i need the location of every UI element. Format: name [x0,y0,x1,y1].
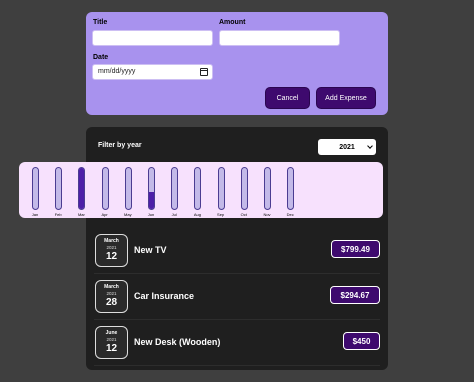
cancel-button[interactable]: Cancel [265,87,310,109]
year-select[interactable]: 2021 [318,139,376,155]
expense-title: New Desk (Wooden) [134,337,221,347]
chart-bar-fill [79,168,85,209]
chart-bar-oct: Oct [235,167,253,217]
chart-bar-track [78,167,86,210]
chart-bar-label: Feb [54,212,62,217]
expense-date-month: March [104,284,119,290]
chart-bar-jul: Jul [165,167,183,217]
chart-bar-track [194,167,202,210]
chart-bar-dec: Dec [281,167,299,217]
expense-date-year: 2021 [106,291,117,296]
chart-bar-fill [149,192,154,209]
chart-bar-feb: Feb [49,167,67,217]
chart-bar-label: Jul [171,212,177,217]
expense-date-day: 12 [105,251,118,262]
chart-bar-track [148,167,155,210]
expense-date-year: 2021 [106,245,117,250]
expense-date: March 2021 28 [95,280,128,313]
expense-date: March 2021 12 [95,234,128,267]
amount-label: Amount [219,19,246,26]
expense-item: June 2021 12 New Desk (Wooden) $450 [94,322,380,366]
chart-bar-may: May [119,167,137,217]
chart-bar-label: Aug [193,212,201,217]
amount-input[interactable] [219,30,340,46]
filter-label: Filter by year [98,142,142,149]
chart-bar-track [171,167,179,210]
expense-date-year: 2021 [106,337,117,342]
title-input[interactable] [92,30,213,46]
expense-amount-badge: $294.67 [330,286,380,304]
chart-bar-track [240,167,248,210]
chart-bar-track [55,167,63,210]
expense-date-day: 12 [105,343,118,354]
expense-date-month: March [104,238,119,244]
add-expense-button[interactable]: Add Expense [316,87,376,109]
chart-bar-track [287,167,295,210]
chart-bar-label: May [124,212,132,217]
chart-bar-label: Jun [147,212,155,217]
title-label: Title [93,19,108,26]
chart-bar-jun: Jun [142,167,160,217]
calendar-icon[interactable] [200,68,208,76]
chevron-down-icon [367,143,373,149]
expense-amount-badge: $799.49 [331,240,380,258]
chart-bar-track [101,167,109,210]
expenses-chart: Jan Feb Mar Apr May Jun Jul Aug Sep Oct Nov Dec [19,162,383,218]
chart-bar-mar: Mar [72,167,90,217]
chart-bar-track [124,167,132,210]
chart-bar-label: Mar [77,212,85,217]
chart-bar-label: Dec [286,212,294,217]
chart-bar-nov: Nov [258,167,276,217]
chart-bar-track [264,167,271,210]
chart-bar-label: Oct [240,212,247,217]
chart-bar-label: Jan [31,212,39,217]
date-label: Date [93,54,109,61]
expense-title: New TV [134,245,167,255]
chart-bar-track [217,167,225,210]
chart-bar-sep: Sep [212,167,230,217]
date-input[interactable]: mm/dd/yyyy [92,64,213,80]
chart-bar-track [32,167,39,210]
date-placeholder: mm/dd/yyyy [98,68,136,75]
expense-amount-badge: $450 [343,332,380,350]
year-select-value: 2021 [339,143,355,151]
chart-bar-apr: Apr [96,167,114,217]
chart-bar-label: Sep [217,212,225,217]
expense-date-month: June [105,330,118,336]
new-expense-form: Title Amount Date mm/dd/yyyy Cancel Add … [86,12,388,115]
expense-date: June 2021 12 [95,326,128,359]
expense-title: Car Insurance [134,291,195,301]
expense-item: March 2021 28 Car Insurance $294.67 [94,276,380,320]
chart-bar-jan: Jan [26,167,44,217]
chart-bar-label: Apr [101,212,108,217]
chart-bar-aug: Aug [188,167,206,217]
expense-item: March 2021 12 New TV $799.49 [94,230,380,274]
expense-date-day: 28 [105,297,118,308]
chart-bar-label: Nov [263,212,271,217]
